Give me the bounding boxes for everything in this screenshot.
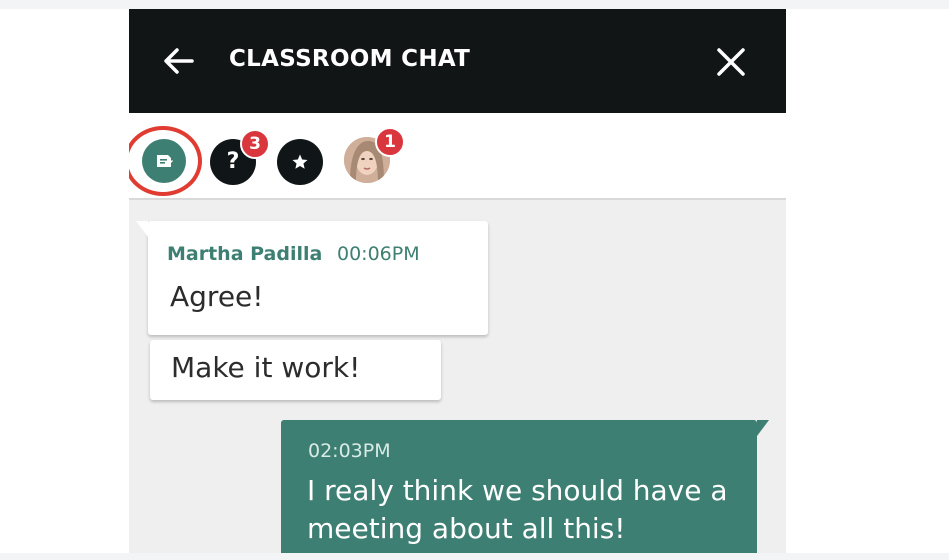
back-button[interactable] — [159, 41, 199, 81]
message-timestamp: 00:06PM — [337, 243, 420, 265]
message-timestamp: 02:03PM — [308, 440, 391, 462]
chat-panel: CLASSROOM CHAT ? 3 1 Martha Padilla 00:0… — [129, 9, 786, 560]
top-strip — [0, 0, 949, 9]
message-text: Agree! — [170, 280, 264, 313]
message-bubble-incoming: Martha Padilla 00:06PM Agree! — [136, 221, 488, 335]
notes-filter-button[interactable] — [142, 139, 186, 183]
bottom-strip — [0, 553, 949, 560]
message-bubble-outgoing: 02:03PM I realy think we should have a m… — [281, 420, 769, 560]
close-button[interactable] — [711, 42, 751, 82]
user-count-badge: 1 — [375, 127, 405, 157]
question-icon: ? — [226, 149, 240, 174]
close-icon — [717, 48, 745, 76]
star-icon — [292, 154, 308, 169]
page-title: CLASSROOM CHAT — [229, 46, 471, 72]
filter-bar: ? 3 1 — [129, 113, 786, 200]
questions-count-badge: 3 — [240, 129, 270, 159]
chat-header: CLASSROOM CHAT — [129, 9, 786, 113]
message-bubble-incoming: Make it work! — [150, 340, 441, 400]
note-icon — [157, 155, 173, 167]
starred-filter-button[interactable] — [277, 139, 323, 185]
arrow-left-icon — [164, 48, 194, 74]
message-sender: Martha Padilla — [167, 243, 323, 265]
message-text: Make it work! — [171, 351, 361, 384]
message-text: I realy think we should have a meeting a… — [307, 474, 728, 545]
